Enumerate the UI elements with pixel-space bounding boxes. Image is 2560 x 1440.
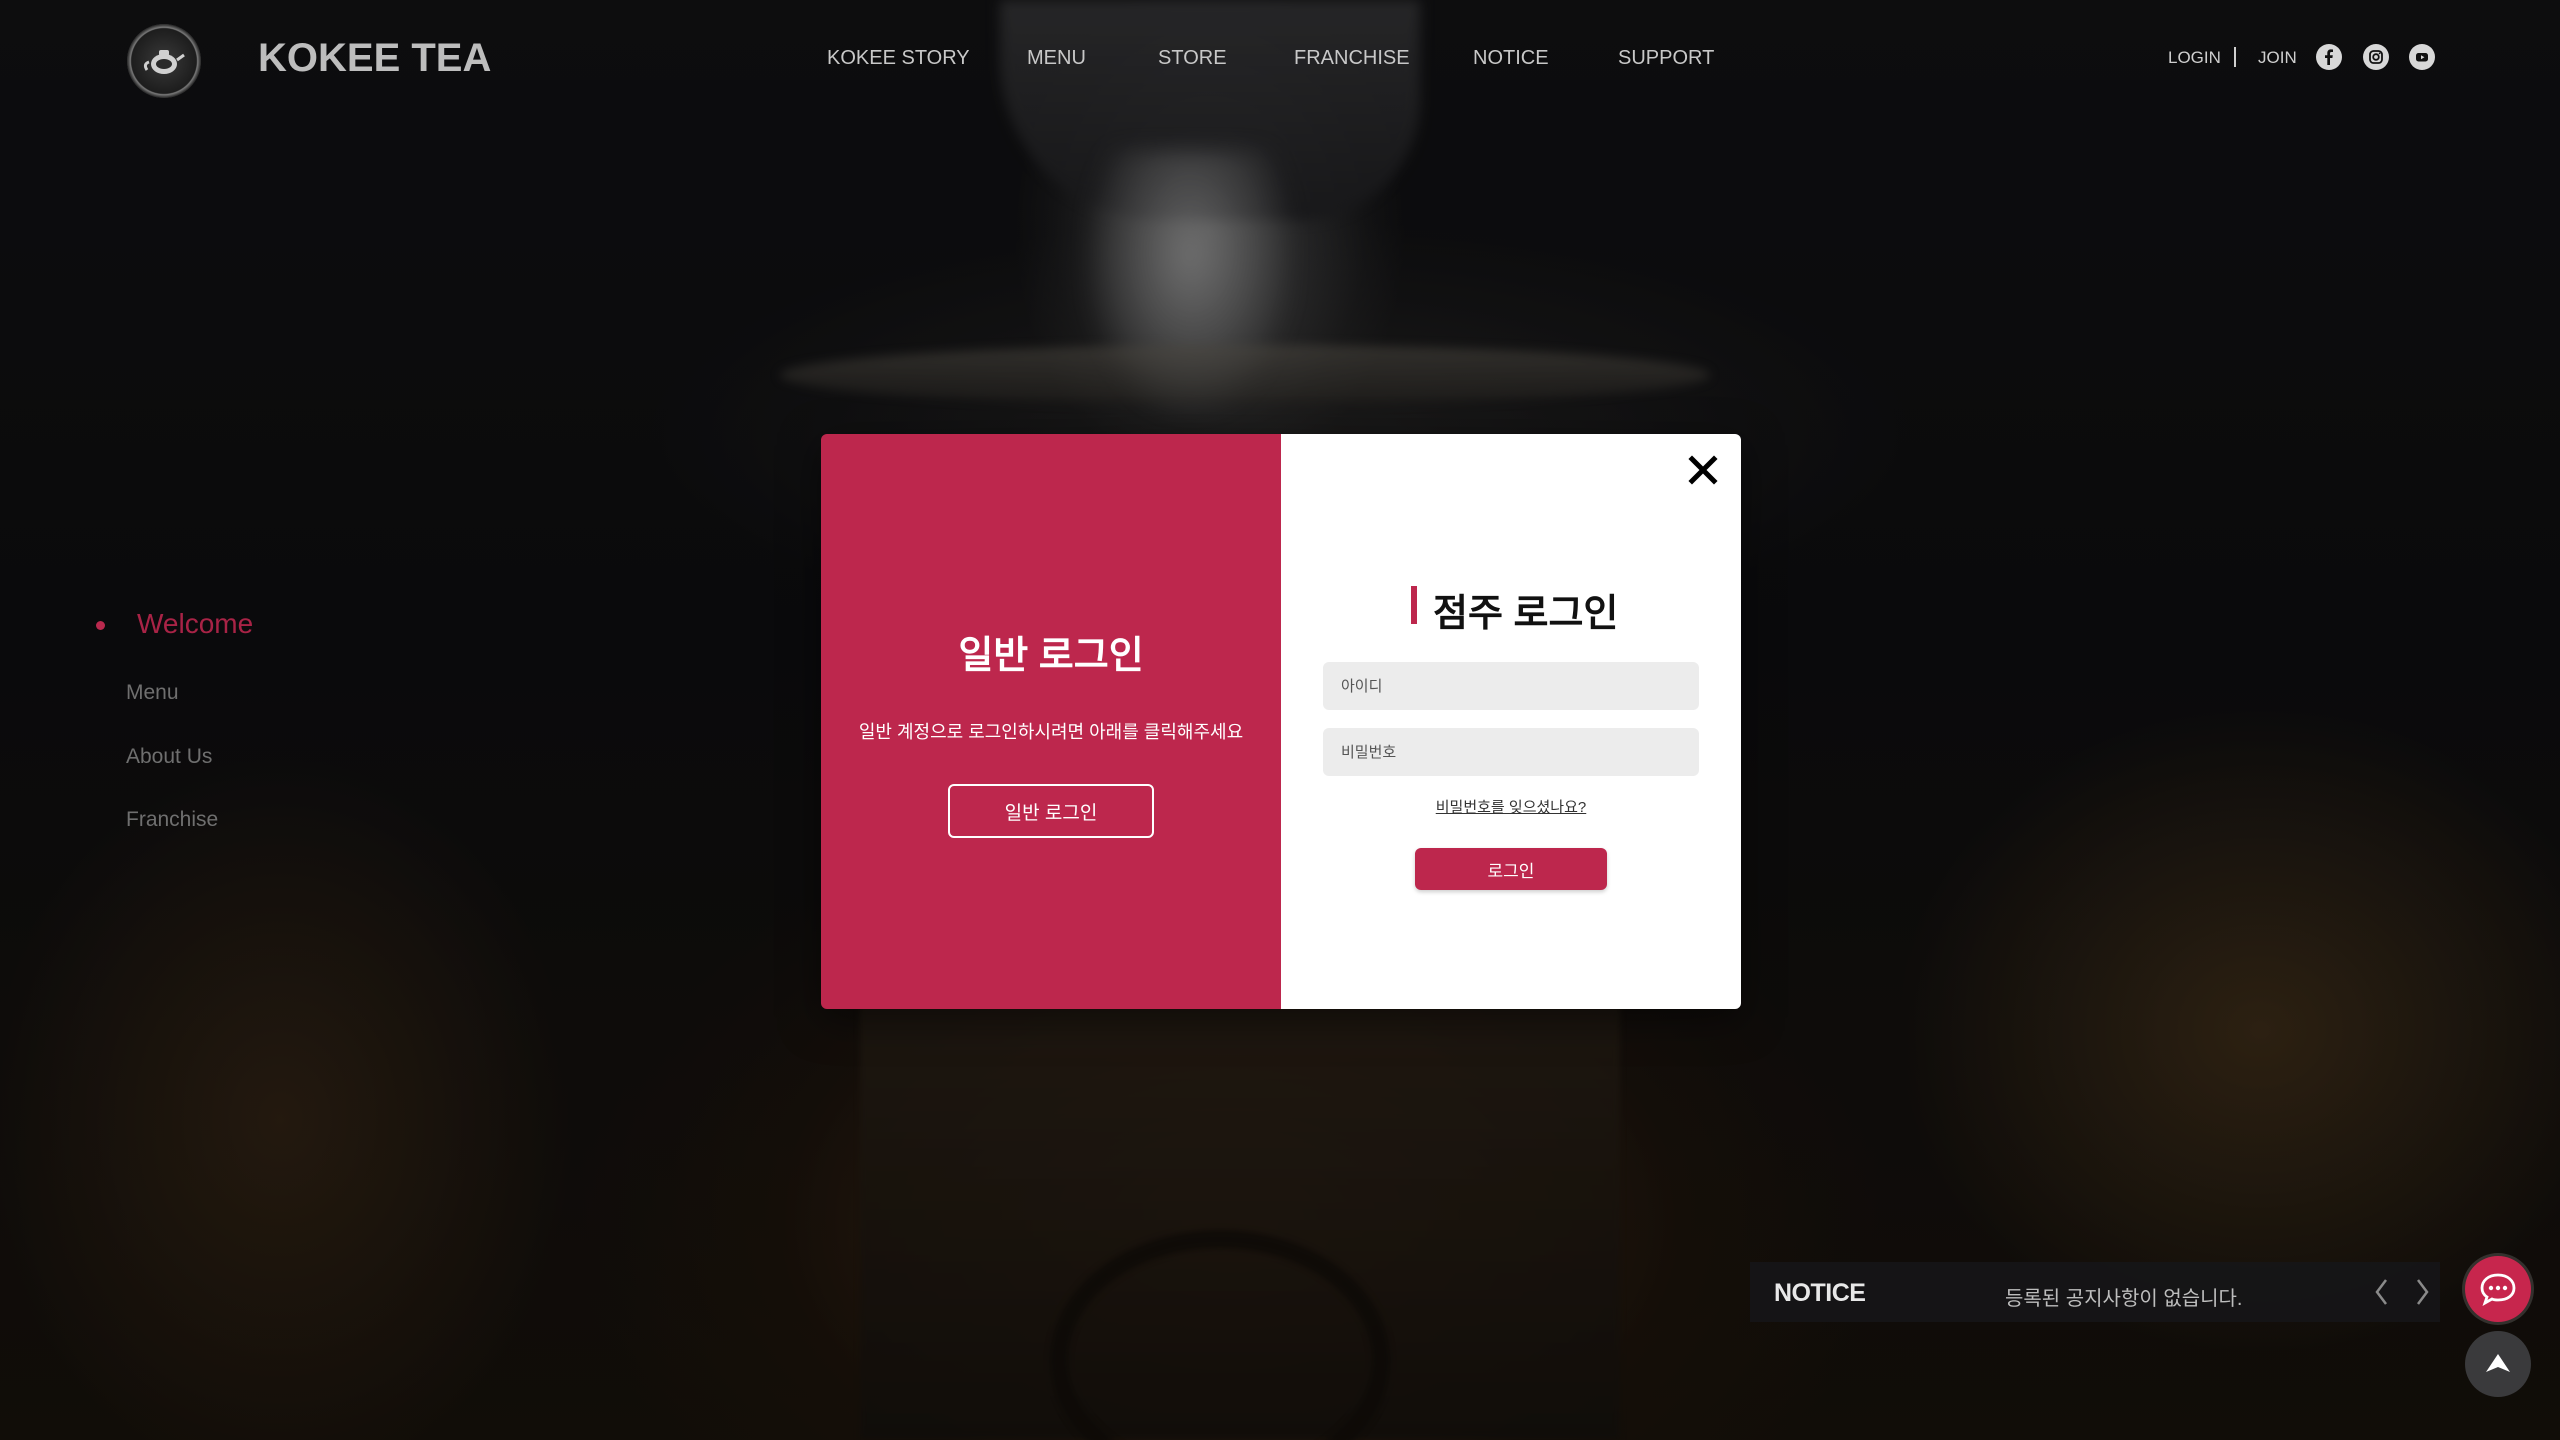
owner-login-panel: 점주 로그인 비밀번호를 잊으셨나요? 로그인 [1281, 434, 1741, 1009]
join-link[interactable]: JOIN [2258, 48, 2297, 68]
nav-notice[interactable]: NOTICE [1473, 47, 1549, 70]
id-input[interactable] [1323, 662, 1699, 710]
side-nav-active-dot [96, 621, 105, 630]
login-link[interactable]: LOGIN [2168, 48, 2221, 68]
owner-login-button[interactable]: 로그인 [1415, 848, 1607, 890]
notice-text[interactable]: 등록된 공지사항이 없습니다. [2005, 1282, 2242, 1311]
general-login-title: 일반 로그인 [958, 635, 1144, 677]
arrow-up-icon [2486, 1354, 2510, 1372]
side-nav-welcome[interactable]: Welcome [137, 608, 253, 640]
instagram-icon[interactable] [2363, 44, 2389, 70]
notice-prev-button[interactable] [2366, 1276, 2398, 1308]
side-nav-about-us[interactable]: About Us [126, 745, 212, 769]
close-button[interactable] [1683, 450, 1723, 490]
chevron-left-icon [2375, 1279, 2387, 1305]
nav-support[interactable]: SUPPORT [1618, 47, 1714, 70]
side-nav-franchise[interactable]: Franchise [126, 808, 218, 832]
password-input[interactable] [1323, 728, 1699, 776]
nav-menu[interactable]: MENU [1027, 47, 1086, 70]
site-header: KOKEE TEA KOKEE STORY MENU STORE FRANCHI… [0, 0, 2560, 120]
general-login-panel: 일반 로그인 일반 계정으로 로그인하시려면 아래를 클릭해주세요 일반 로그인 [821, 434, 1281, 1009]
util-divider [2234, 47, 2236, 67]
general-login-button[interactable]: 일반 로그인 [948, 784, 1154, 838]
nav-store[interactable]: STORE [1158, 47, 1227, 70]
nav-kokee-story[interactable]: KOKEE STORY [827, 47, 970, 70]
chevron-right-icon [2417, 1279, 2429, 1305]
scroll-top-button[interactable] [2465, 1331, 2531, 1397]
youtube-icon[interactable] [2409, 44, 2435, 70]
page: KOKEE TEA KOKEE STORY MENU STORE FRANCHI… [0, 0, 2560, 1440]
notice-title: NOTICE [1774, 1279, 1866, 1307]
notice-bar: NOTICE 등록된 공지사항이 없습니다. [1750, 1262, 2440, 1322]
login-modal: 일반 로그인 일반 계정으로 로그인하시려면 아래를 클릭해주세요 일반 로그인… [821, 434, 1741, 1009]
notice-next-button[interactable] [2406, 1276, 2438, 1308]
owner-login-title: 점주 로그인 [1433, 593, 1619, 635]
close-icon [1688, 455, 1718, 485]
chat-bubble-icon [2480, 1273, 2516, 1307]
general-login-description: 일반 계정으로 로그인하시려면 아래를 클릭해주세요 [858, 722, 1244, 742]
chat-button[interactable] [2465, 1256, 2531, 1322]
owner-title-accent [1411, 586, 1417, 624]
facebook-icon[interactable] [2316, 44, 2342, 70]
forgot-password-link[interactable]: 비밀번호를 잊으셨나요? [1281, 796, 1741, 817]
side-nav-menu[interactable]: Menu [126, 681, 179, 705]
nav-franchise[interactable]: FRANCHISE [1294, 47, 1410, 70]
